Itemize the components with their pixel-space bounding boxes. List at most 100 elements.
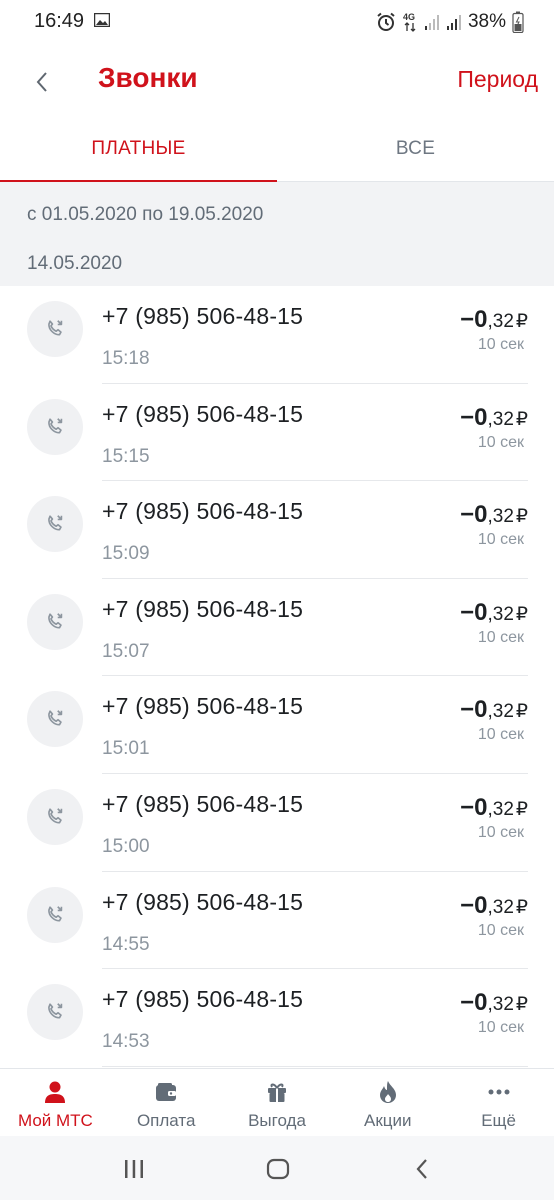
call-number: +7 (985) 506-48-15 <box>102 400 304 427</box>
signal-icon <box>424 15 439 30</box>
tab-bar: ПЛАТНЫЕ ВСЕ <box>0 120 554 183</box>
battery-icon <box>512 11 524 33</box>
back-button[interactable] <box>22 62 62 102</box>
outgoing-call-icon <box>27 691 83 748</box>
nav-payment[interactable]: Оплата <box>111 1069 222 1136</box>
home-icon <box>266 1158 290 1180</box>
gallery-icon <box>94 13 110 27</box>
call-time: 14:53 <box>102 1031 150 1053</box>
system-nav-bar <box>0 1136 554 1200</box>
status-time: 16:49 <box>34 10 85 32</box>
currency-sign: ₽ <box>515 603 528 625</box>
call-number: +7 (985) 506-48-15 <box>102 693 304 720</box>
call-item[interactable]: +7 (985) 506-48-15 15:07 −0,32 ₽ 10 сек <box>0 579 554 677</box>
currency-sign: ₽ <box>515 994 528 1016</box>
period-range: с 01.05.2020 по 19.05.2020 <box>27 204 264 225</box>
home-button[interactable] <box>258 1154 298 1184</box>
call-amount: −0,32 ₽ <box>460 989 528 1017</box>
amount-fraction: ,32 <box>487 798 514 820</box>
chevron-left-icon <box>36 72 47 92</box>
nav-more[interactable]: Ещё <box>443 1069 554 1136</box>
amount-fraction: ,32 <box>487 506 514 528</box>
call-item[interactable]: +7 (985) 506-48-15 15:00 −0,32 ₽ 10 сек <box>0 774 554 872</box>
gift-icon <box>266 1079 288 1105</box>
amount-integer: −0 <box>460 501 488 529</box>
date-header: 14.05.2020 <box>27 253 123 274</box>
amount-integer: −0 <box>460 989 488 1017</box>
call-time: 15:18 <box>102 348 150 369</box>
outgoing-call-icon <box>27 301 83 357</box>
call-number: +7 (985) 506-48-15 <box>102 888 304 915</box>
bottom-nav: Мой МТС Оплата Выгода Акции Ещё <box>0 1068 554 1136</box>
call-duration: 10 сек <box>477 726 524 744</box>
outgoing-call-icon <box>27 984 83 1041</box>
amount-fraction: ,32 <box>487 994 514 1016</box>
call-time: 15:15 <box>102 445 150 467</box>
outgoing-call-icon <box>27 398 83 455</box>
alarm-icon <box>377 12 395 31</box>
app-header: Звонки Период <box>0 44 554 120</box>
call-duration: 10 сек <box>477 531 524 549</box>
call-amount: −0,32 ₽ <box>460 696 528 724</box>
amount-integer: −0 <box>460 403 488 431</box>
call-duration: 10 сек <box>477 921 524 939</box>
call-duration: 10 сек <box>477 823 524 841</box>
currency-sign: ₽ <box>515 311 528 332</box>
period-button[interactable]: Период <box>457 66 538 93</box>
recent-apps-icon <box>125 1160 143 1178</box>
call-duration: 10 сек <box>477 1019 524 1037</box>
call-number: +7 (985) 506-48-15 <box>102 498 304 525</box>
status-bar: 16:49 4G 38% <box>0 0 554 44</box>
nav-promotions[interactable]: Акции <box>332 1069 443 1136</box>
tab-paid[interactable]: ПЛАТНЫЕ <box>0 120 277 183</box>
person-icon <box>44 1079 66 1105</box>
amount-integer: −0 <box>460 793 488 821</box>
amount-integer: −0 <box>460 891 488 919</box>
network-4g-icon: 4G <box>403 12 416 32</box>
back-icon <box>416 1159 427 1179</box>
wallet-icon <box>155 1079 177 1105</box>
svg-text:4G: 4G <box>403 12 415 22</box>
recent-apps-button[interactable] <box>114 1154 154 1184</box>
call-time: 15:07 <box>102 640 150 662</box>
nav-label: Мой МТС <box>17 1111 93 1130</box>
call-item[interactable]: +7 (985) 506-48-15 14:55 −0,32 ₽ 10 сек <box>0 872 554 970</box>
currency-sign: ₽ <box>515 896 528 918</box>
call-time: 15:01 <box>102 738 150 760</box>
nav-my-mts[interactable]: Мой МТС <box>0 1069 111 1136</box>
outgoing-call-icon <box>27 788 83 845</box>
currency-sign: ₽ <box>515 408 528 430</box>
call-time: 14:55 <box>102 933 150 955</box>
call-item[interactable]: +7 (985) 506-48-15 15:01 −0,32 ₽ 10 сек <box>0 676 554 774</box>
nav-label: Ещё <box>481 1111 516 1130</box>
amount-fraction: ,32 <box>487 701 514 723</box>
system-back-button[interactable] <box>402 1154 442 1184</box>
call-duration: 10 сек <box>477 628 524 646</box>
call-amount: −0,32 ₽ <box>460 599 528 627</box>
call-item[interactable]: +7 (985) 506-48-15 14:53 −0,32 ₽ 10 сек <box>0 969 554 1067</box>
call-duration: 10 сек <box>477 336 524 353</box>
call-amount: −0,32 ₽ <box>460 892 528 920</box>
outgoing-call-icon <box>27 496 83 553</box>
divider <box>102 1065 528 1067</box>
more-dots-icon <box>487 1079 511 1105</box>
currency-sign: ₽ <box>515 506 528 528</box>
call-amount: −0,32 ₽ <box>460 306 528 334</box>
amount-integer: −0 <box>460 306 488 333</box>
call-amount: −0,32 ₽ <box>460 501 528 529</box>
call-item[interactable]: +7 (985) 506-48-15 15:15 −0,32 ₽ 10 сек <box>0 384 554 482</box>
call-item[interactable]: +7 (985) 506-48-15 15:18 −0,32 ₽ 10 сек <box>0 286 554 384</box>
call-amount: −0,32 ₽ <box>460 404 528 432</box>
amount-fraction: ,32 <box>487 896 514 918</box>
nav-label: Акции <box>364 1111 412 1130</box>
status-right: 4G 38% <box>376 10 524 34</box>
tab-all[interactable]: ВСЕ <box>277 120 554 182</box>
nav-label: Оплата <box>136 1111 196 1130</box>
call-number: +7 (985) 506-48-15 <box>102 790 304 817</box>
nav-label: Выгода <box>248 1111 306 1130</box>
amount-fraction: ,32 <box>487 408 514 430</box>
currency-sign: ₽ <box>515 701 528 723</box>
nav-benefit[interactable]: Выгода <box>222 1069 333 1136</box>
call-item[interactable]: +7 (985) 506-48-15 15:09 −0,32 ₽ 10 сек <box>0 481 554 579</box>
currency-sign: ₽ <box>515 798 528 820</box>
